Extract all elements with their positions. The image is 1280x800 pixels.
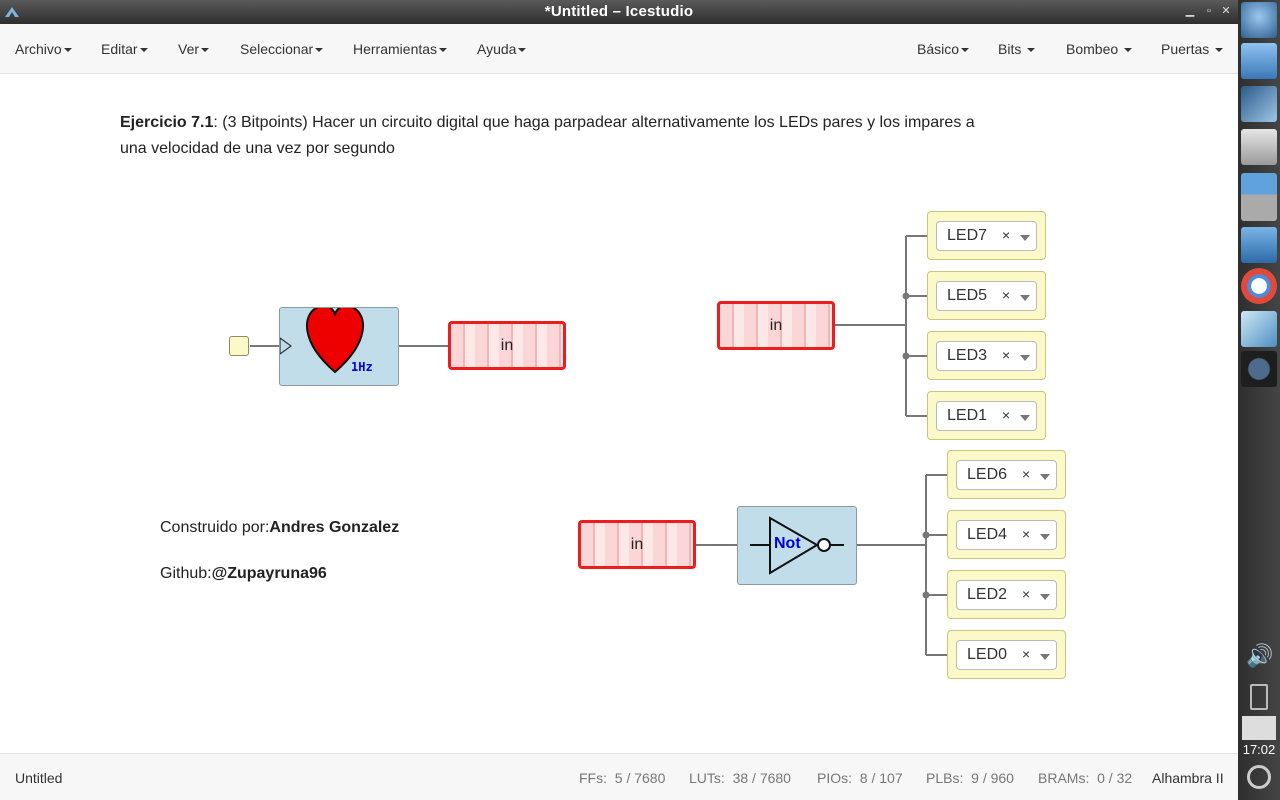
signal-icon[interactable] xyxy=(1242,716,1276,740)
stat-ffs: FFs: 5 / 7680 xyxy=(579,770,666,786)
led-output-block[interactable]: LED4 × xyxy=(947,510,1066,559)
volume-icon[interactable]: 🔊 xyxy=(1246,643,1273,669)
menu-ayuda[interactable]: Ayuda xyxy=(477,41,527,57)
clear-icon[interactable]: × xyxy=(1022,586,1030,602)
clear-icon[interactable]: × xyxy=(1002,407,1010,423)
led-select-value: LED3 xyxy=(947,347,988,364)
restore-icon[interactable]: ▫ xyxy=(1202,4,1216,18)
system-clock: 17:02 xyxy=(1242,742,1276,757)
menu-editar[interactable]: Editar xyxy=(101,41,148,57)
chevron-down-icon[interactable] xyxy=(1040,654,1050,660)
menu-archivo[interactable]: Archivo xyxy=(15,41,72,57)
heartbeat-1hz-block[interactable]: 1Hz xyxy=(279,307,399,386)
led-select-value: LED1 xyxy=(947,407,988,424)
chevron-down-icon[interactable] xyxy=(1020,415,1030,421)
project-name: Untitled xyxy=(15,770,63,786)
led-output-block[interactable]: LED6 × xyxy=(947,450,1066,499)
led-select[interactable]: LED0 × xyxy=(956,640,1057,670)
icestudio-app: Archivo Editar Ver Seleccionar Herramien… xyxy=(0,24,1238,800)
battery-icon[interactable] xyxy=(1250,684,1268,710)
icestudio-icon[interactable] xyxy=(1241,311,1277,347)
in-label-block[interactable]: in xyxy=(717,301,835,350)
stat-pios: PIOs: 8 / 107 xyxy=(817,770,903,786)
stat-luts: LUTs: 38 / 7680 xyxy=(689,770,791,786)
led-select[interactable]: LED5 × xyxy=(936,281,1037,311)
not-gate-label: Not xyxy=(774,535,801,552)
stat-plbs: PLBs: 9 / 960 xyxy=(926,770,1014,786)
led-output-block[interactable]: LED1 × xyxy=(927,391,1046,440)
clear-icon[interactable]: × xyxy=(1022,466,1030,482)
in-label-block[interactable]: in xyxy=(448,321,566,370)
browser-icon[interactable] xyxy=(1241,268,1277,304)
led-output-block[interactable]: LED3 × xyxy=(927,331,1046,380)
menu-puertas[interactable]: Puertas xyxy=(1161,41,1224,57)
stat-brams: BRAMs: 0 / 32 xyxy=(1038,770,1133,786)
icestudio-task-icon[interactable] xyxy=(1241,173,1277,221)
clear-icon[interactable]: × xyxy=(1002,227,1010,243)
menu-seleccionar[interactable]: Seleccionar xyxy=(240,41,324,57)
credit-built-by: Construido por:Andres Gonzalez xyxy=(160,519,400,536)
heart-icon xyxy=(280,308,365,374)
chevron-down-icon[interactable] xyxy=(1020,235,1030,241)
menu-ver[interactable]: Ver xyxy=(178,41,210,57)
chevron-down-icon[interactable] xyxy=(1020,295,1030,301)
menu-bits[interactable]: Bits xyxy=(998,41,1036,57)
clear-icon[interactable]: × xyxy=(1002,287,1010,303)
clear-icon[interactable]: × xyxy=(1022,646,1030,662)
menu-herramientas[interactable]: Herramientas xyxy=(353,41,448,57)
launcher-icon[interactable] xyxy=(1241,2,1277,38)
system-dock: 🔊 xyxy=(1238,0,1280,800)
heartbeat-frequency: 1Hz xyxy=(351,360,373,374)
led-select-value: LED5 xyxy=(947,287,988,304)
led-output-block[interactable]: LED0 × xyxy=(947,630,1066,679)
led-select[interactable]: LED2 × xyxy=(956,580,1057,610)
led-select-value: LED7 xyxy=(947,227,988,244)
close-icon[interactable]: ✕ xyxy=(1219,4,1233,18)
chevron-down-icon[interactable] xyxy=(1040,534,1050,540)
led-select[interactable]: LED4 × xyxy=(956,520,1057,550)
power-icon[interactable] xyxy=(1247,765,1271,789)
led-select-value: LED2 xyxy=(967,586,1008,603)
window-title: *Untitled – Icestudio xyxy=(544,3,694,20)
in-label-block[interactable]: in xyxy=(578,520,696,569)
not-gate-block[interactable]: Not xyxy=(737,506,857,585)
window-manager-icon[interactable] xyxy=(1241,129,1277,165)
led-output-block[interactable]: LED7 × xyxy=(927,211,1046,260)
led-select[interactable]: LED6 × xyxy=(956,460,1057,490)
status-bar: Untitled FFs: 5 / 7680 LUTs: 38 / 7680 P… xyxy=(0,753,1238,800)
board-name[interactable]: Alhambra II xyxy=(1152,770,1224,786)
menu-basico[interactable]: Básico xyxy=(917,41,970,57)
menu-bombeo[interactable]: Bombeo xyxy=(1066,41,1133,57)
design-canvas[interactable]: Ejercicio 7.1: (3 Bitpoints) Hacer un ci… xyxy=(0,75,1238,753)
led-output-block[interactable]: LED2 × xyxy=(947,570,1066,619)
led-select-value: LED6 xyxy=(967,466,1008,483)
app-icon[interactable] xyxy=(1241,351,1277,387)
file-manager-icon[interactable] xyxy=(1241,227,1277,263)
led-select[interactable]: LED1 × xyxy=(936,401,1037,431)
led-select-value: LED0 xyxy=(967,646,1008,663)
clear-icon[interactable]: × xyxy=(1022,526,1030,542)
network-icon[interactable] xyxy=(1241,86,1277,122)
chevron-down-icon[interactable] xyxy=(1040,474,1050,480)
minimize-icon[interactable]: ▁ xyxy=(1183,4,1197,18)
clear-icon[interactable]: × xyxy=(1002,347,1010,363)
led-select-value: LED4 xyxy=(967,526,1008,543)
window-titlebar: *Untitled – Icestudio ▁ ▫ ✕ xyxy=(0,0,1238,24)
folder-icon[interactable] xyxy=(1241,43,1277,79)
credit-github: Github:@Zupayruna96 xyxy=(160,565,327,582)
chevron-down-icon[interactable] xyxy=(1020,355,1030,361)
led-select[interactable]: LED7 × xyxy=(936,221,1037,251)
led-select[interactable]: LED3 × xyxy=(936,341,1037,371)
led-output-block[interactable]: LED5 × xyxy=(927,271,1046,320)
menu-bar: Archivo Editar Ver Seleccionar Herramien… xyxy=(0,24,1238,74)
chevron-down-icon[interactable] xyxy=(1040,594,1050,600)
clock-input-port[interactable] xyxy=(229,336,249,356)
